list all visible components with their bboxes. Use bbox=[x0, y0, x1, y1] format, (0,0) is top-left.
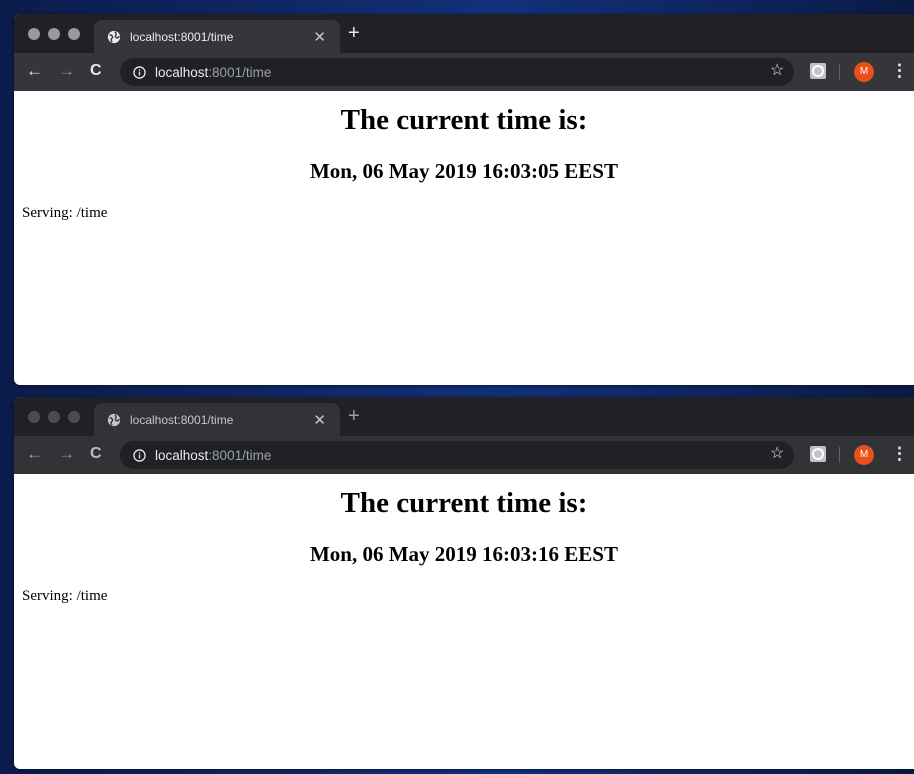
forward-arrow-icon[interactable]: → bbox=[58, 62, 75, 80]
reload-icon[interactable]: C bbox=[90, 62, 102, 80]
tab-title: localhost:8001/time bbox=[130, 412, 234, 427]
serving-text: Serving: /time bbox=[22, 588, 108, 604]
back-arrow-icon[interactable]: ← bbox=[26, 62, 43, 80]
browser-window-2: localhost:8001/time ✕ + ← → C localhost:… bbox=[14, 397, 914, 769]
url-text: localhost:8001/time bbox=[155, 65, 271, 80]
toolbar: ← → C localhost:8001/time ☆ M ⋮ bbox=[14, 436, 914, 474]
bookmark-star-icon[interactable]: ☆ bbox=[770, 445, 784, 463]
toolbar-separator bbox=[839, 64, 840, 80]
info-icon[interactable] bbox=[133, 65, 146, 79]
tab-localhost-time[interactable]: localhost:8001/time ✕ bbox=[94, 20, 340, 53]
tab-strip: localhost:8001/time ✕ + bbox=[14, 397, 914, 436]
avatar[interactable]: M bbox=[854, 62, 874, 82]
close-window-button[interactable] bbox=[28, 411, 40, 423]
url-host: localhost bbox=[155, 447, 209, 463]
tab-localhost-time[interactable]: localhost:8001/time ✕ bbox=[94, 403, 340, 436]
close-icon[interactable]: ✕ bbox=[313, 28, 326, 46]
toolbar-separator bbox=[839, 447, 840, 463]
maximize-window-button[interactable] bbox=[68, 28, 80, 40]
forward-arrow-icon[interactable]: → bbox=[58, 445, 75, 463]
browser-window-1: localhost:8001/time ✕ + ← → C localhost:… bbox=[14, 14, 914, 385]
current-time: Mon, 06 May 2019 16:03:05 EEST bbox=[309, 159, 618, 183]
page-heading: The current time is: bbox=[340, 487, 588, 519]
bookmark-star-icon[interactable]: ☆ bbox=[770, 62, 784, 80]
tab-title: localhost:8001/time bbox=[130, 29, 234, 44]
globe-icon bbox=[107, 30, 121, 43]
extension-icon[interactable] bbox=[810, 63, 826, 79]
back-arrow-icon[interactable]: ← bbox=[26, 445, 43, 463]
window-controls bbox=[28, 28, 80, 40]
address-bar[interactable]: localhost:8001/time bbox=[120, 441, 794, 469]
kebab-menu-icon[interactable]: ⋮ bbox=[891, 444, 908, 464]
tab-strip: localhost:8001/time ✕ + bbox=[14, 14, 914, 53]
window-controls bbox=[28, 411, 80, 423]
current-time: Mon, 06 May 2019 16:03:16 EEST bbox=[309, 542, 618, 566]
plus-icon[interactable]: + bbox=[348, 23, 360, 43]
page-heading: The current time is: bbox=[340, 104, 588, 136]
url-host: localhost bbox=[155, 64, 209, 80]
address-bar[interactable]: localhost:8001/time bbox=[120, 58, 794, 86]
info-icon[interactable] bbox=[133, 448, 146, 462]
close-window-button[interactable] bbox=[28, 28, 40, 40]
serving-text: Serving: /time bbox=[22, 205, 108, 221]
minimize-window-button[interactable] bbox=[48, 28, 60, 40]
plus-icon[interactable]: + bbox=[348, 406, 360, 426]
globe-icon bbox=[107, 413, 121, 426]
url-text: localhost:8001/time bbox=[155, 448, 271, 463]
url-path: :8001/time bbox=[208, 447, 272, 463]
extension-icon[interactable] bbox=[810, 446, 826, 462]
toolbar: ← → C localhost:8001/time ☆ M ⋮ bbox=[14, 53, 914, 91]
url-path: :8001/time bbox=[208, 64, 272, 80]
kebab-menu-icon[interactable]: ⋮ bbox=[891, 61, 908, 81]
maximize-window-button[interactable] bbox=[68, 411, 80, 423]
close-icon[interactable]: ✕ bbox=[313, 411, 326, 429]
reload-icon[interactable]: C bbox=[90, 445, 102, 463]
minimize-window-button[interactable] bbox=[48, 411, 60, 423]
avatar[interactable]: M bbox=[854, 445, 874, 465]
